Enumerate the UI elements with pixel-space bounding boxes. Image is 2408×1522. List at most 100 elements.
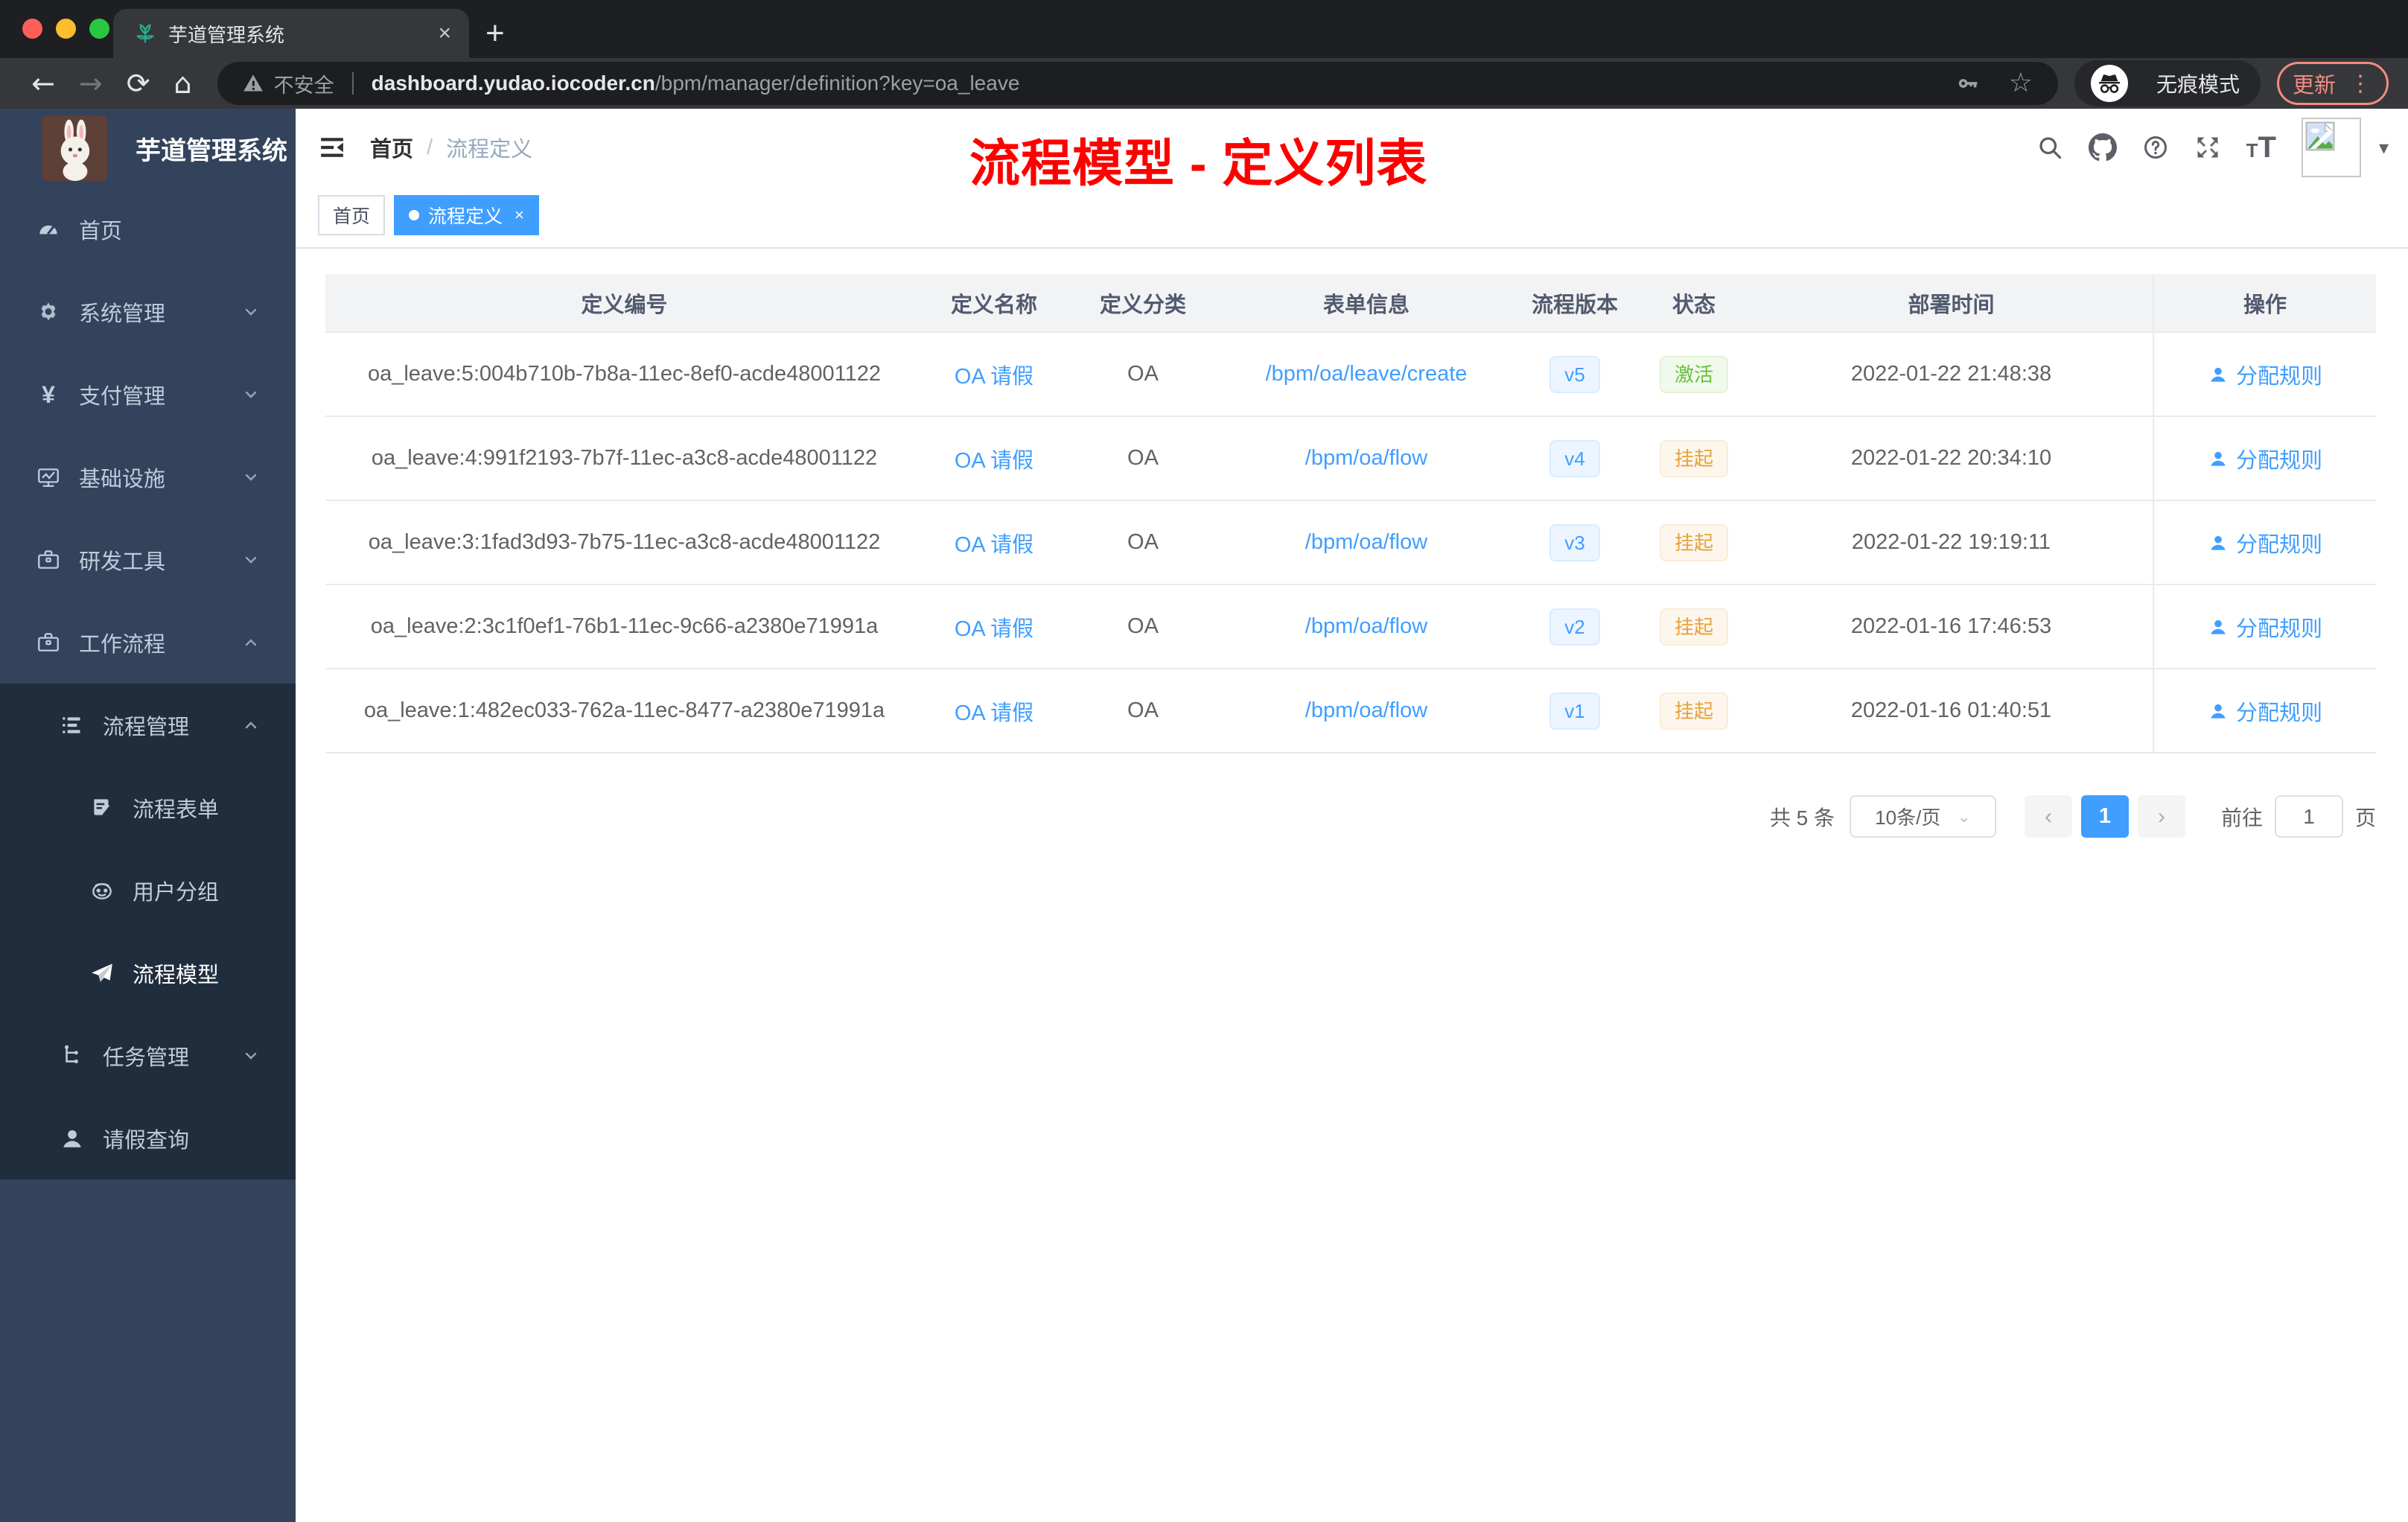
column-header: 定义分类 [1099, 293, 1186, 317]
tag-close-icon[interactable]: × [515, 206, 524, 225]
toolbox-icon [36, 547, 61, 573]
user-icon [2211, 535, 2226, 550]
page-unit-label: 页 [2354, 806, 2376, 830]
sidebar-item-workflow[interactable]: 工作流程 [0, 601, 296, 684]
avatar-caret-icon[interactable]: ▾ [2379, 136, 2389, 159]
column-header: 定义名称 [950, 293, 1037, 317]
sidebar-item-system[interactable]: 系统管理 [0, 270, 296, 353]
sidebar-item-label: 流程管理 [103, 715, 190, 739]
definition-name-link[interactable]: OA 请假 [955, 611, 1033, 643]
sidebar-item-task-mgmt[interactable]: 任务管理 [0, 1014, 296, 1097]
github-icon[interactable] [2088, 133, 2117, 162]
security-label[interactable]: 不安全 [274, 69, 334, 98]
zoom-window-button[interactable] [89, 19, 109, 39]
definition-name-link[interactable]: OA 请假 [955, 443, 1033, 474]
yen-icon: ¥ [42, 380, 55, 408]
sidebar-item-pay[interactable]: ¥ 支付管理 [0, 353, 296, 436]
reload-icon[interactable]: ⟳ [127, 69, 150, 98]
sidebar-item-infra[interactable]: 基础设施 [0, 436, 296, 518]
address-bar[interactable]: 不安全 dashboard.yudao.iocoder.cn/bpm/manag… [217, 62, 2058, 105]
chevron-down-icon [242, 303, 260, 321]
sidebar-item-user-group[interactable]: 用户分组 [0, 849, 296, 932]
table-row: oa_leave:3:1fad3d93-7b75-11ec-a3c8-acde4… [325, 501, 2376, 585]
close-window-button[interactable] [22, 19, 42, 39]
current-page-button[interactable]: 1 [2080, 795, 2129, 838]
bookmark-star-icon[interactable]: ☆ [2009, 70, 2033, 97]
help-icon[interactable] [2142, 134, 2169, 161]
version-badge: v5 [1549, 355, 1600, 393]
goto-page: 前往 页 [2221, 795, 2376, 838]
page-size-select[interactable]: 10条/页 ⌄ [1849, 795, 1996, 838]
assign-rule-button[interactable]: 分配规则 [2208, 359, 2322, 390]
definition-name-link[interactable]: OA 请假 [955, 695, 1033, 727]
table-row: oa_leave:2:3c1f0ef1-76b1-11ec-9c66-a2380… [325, 585, 2376, 669]
browser-tab[interactable]: 芋道管理系统 × [113, 9, 469, 58]
update-label[interactable]: 更新 [2293, 68, 2336, 99]
assign-rule-button[interactable]: 分配规则 [2208, 443, 2322, 474]
column-header: 操作 [2153, 274, 2376, 331]
sidebar-item-process-model[interactable]: 流程模型 [0, 932, 296, 1014]
page-content: 定义编号 定义名称 定义分类 表单信息 流程版本 状态 部署时间 操作 oa_l… [296, 249, 2408, 1522]
deploy-time-cell: 2022-01-22 19:19:11 [1851, 530, 2051, 554]
table-row: oa_leave:1:482ec033-762a-11ec-8477-a2380… [325, 669, 2376, 754]
window-controls[interactable] [22, 19, 109, 39]
sidebar-item-leave-query[interactable]: 请假查询 [0, 1097, 296, 1179]
gear-icon [36, 299, 61, 325]
form-link[interactable]: /bpm/oa/flow [1305, 446, 1427, 471]
browser-menu-icon[interactable]: ⋮ [2349, 71, 2373, 97]
definition-id-cell: oa_leave:2:3c1f0ef1-76b1-11ec-9c66-a2380… [370, 614, 879, 638]
definition-id-cell: oa_leave:5:004b710b-7b8a-11ec-8ef0-acde4… [367, 362, 882, 386]
font-size-icon[interactable]: TT [2246, 131, 2276, 165]
search-icon[interactable] [2036, 134, 2063, 161]
version-badge: v1 [1549, 692, 1600, 730]
navbar-actions: TT ▾ [2011, 118, 2408, 177]
prev-page-button[interactable]: ‹ [2024, 795, 2072, 838]
definition-name-link[interactable]: OA 请假 [955, 527, 1033, 558]
version-badge: v4 [1549, 439, 1600, 477]
form-link[interactable]: /bpm/oa/leave/create [1266, 362, 1468, 386]
goto-page-input[interactable] [2274, 795, 2343, 838]
screen: 芋道管理系统 × + ← → ⟳ ⌂ 不安全 dashboard.yudao.i… [0, 0, 2408, 1522]
update-chip[interactable]: 更新 ⋮ [2276, 62, 2389, 105]
tag-home[interactable]: 首页 [318, 195, 386, 235]
avatar[interactable] [2301, 118, 2361, 177]
sidebar: 芋道管理系统 首页 系统管理 ¥ 支付管理 基础设施 研发工具 工作流程 流程管… [0, 109, 296, 1522]
pagination: 共 5 条 10条/页 ⌄ ‹ 1 › 前往 页 [325, 795, 2376, 838]
home-icon[interactable]: ⌂ [174, 69, 192, 98]
definition-name-link[interactable]: OA 请假 [955, 359, 1033, 390]
sidebar-item-home[interactable]: 首页 [0, 188, 296, 270]
form-link[interactable]: /bpm/oa/flow [1305, 614, 1427, 639]
minimize-window-button[interactable] [56, 19, 76, 39]
sidebar-item-process-form[interactable]: 流程表单 [0, 766, 296, 849]
breadcrumb-home[interactable]: 首页 [370, 132, 413, 163]
select-caret-icon: ⌄ [1957, 806, 1971, 826]
new-tab-button[interactable]: + [485, 12, 505, 55]
broken-image-icon [2305, 121, 2335, 151]
url-host: dashboard.yudao.iocoder.cn [371, 71, 655, 95]
tab-close-icon[interactable]: × [438, 22, 451, 45]
sidebar-logo[interactable]: 芋道管理系统 [0, 109, 296, 188]
sidebar-item-label: 首页 [79, 219, 123, 243]
sidebar-item-label: 用户分组 [133, 880, 220, 905]
column-header: 状态 [1672, 293, 1716, 317]
assign-rule-button[interactable]: 分配规则 [2208, 695, 2322, 727]
key-icon[interactable] [1955, 71, 1979, 95]
sidebar-item-process-mgmt[interactable]: 流程管理 [0, 684, 296, 766]
form-link[interactable]: /bpm/oa/flow [1305, 698, 1427, 723]
forward-icon[interactable]: → [79, 69, 103, 98]
fullscreen-icon[interactable] [2194, 134, 2221, 161]
sidebar-item-devtools[interactable]: 研发工具 [0, 518, 296, 601]
status-badge: 挂起 [1659, 523, 1728, 561]
sidebar-item-label: 任务管理 [103, 1045, 190, 1070]
assign-rule-button[interactable]: 分配规则 [2208, 611, 2322, 643]
next-page-button[interactable]: › [2137, 795, 2185, 838]
sidebar-toggle-icon[interactable] [319, 136, 345, 159]
table-row: oa_leave:5:004b710b-7b8a-11ec-8ef0-acde4… [325, 333, 2376, 417]
back-icon[interactable]: ← [31, 69, 55, 98]
form-link[interactable]: /bpm/oa/flow [1305, 530, 1427, 555]
tag-process-definition[interactable]: 流程定义 × [394, 195, 539, 235]
status-badge: 激活 [1659, 355, 1728, 393]
deploy-time-cell: 2022-01-16 17:46:53 [1850, 614, 2052, 638]
sidebar-item-label: 系统管理 [79, 302, 166, 326]
assign-rule-button[interactable]: 分配规则 [2208, 527, 2322, 558]
